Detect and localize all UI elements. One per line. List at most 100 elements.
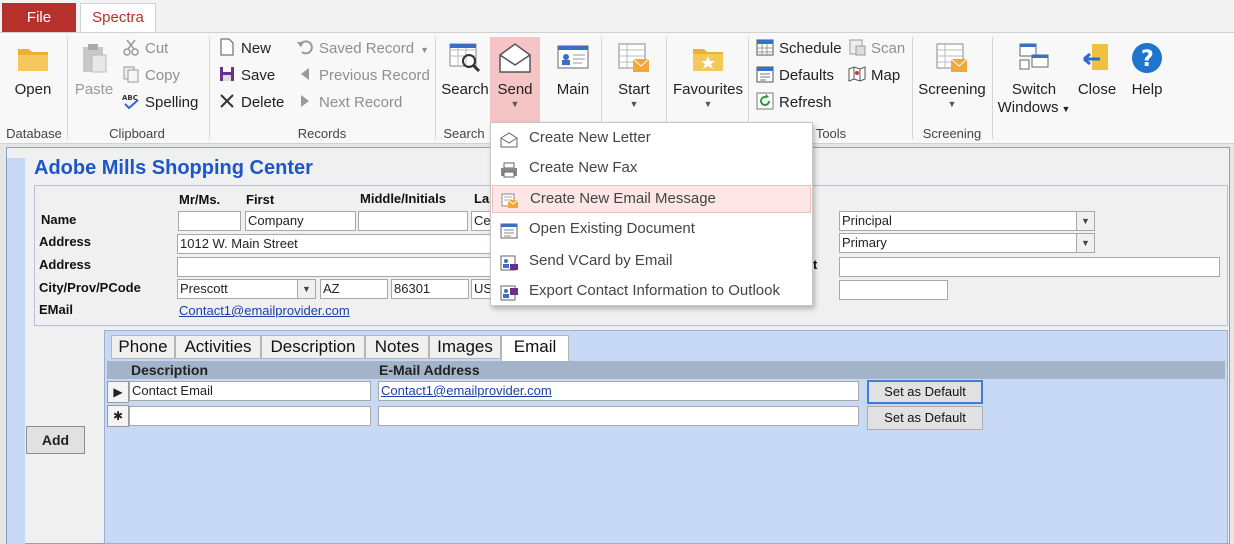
saved-record-button[interactable]: Saved Record ▼ xyxy=(296,38,429,60)
send-dropdown-menu: Create New Letter Create New Fax Create … xyxy=(490,122,813,306)
postcode-field[interactable]: 86301 xyxy=(391,279,469,299)
help-button[interactable]: ? Help xyxy=(1124,37,1170,99)
ribbon-tab-bar: File Spectra xyxy=(0,0,1234,33)
next-arrow-icon xyxy=(296,92,314,110)
map-button[interactable]: Map xyxy=(848,65,900,87)
help-icon: ? xyxy=(1130,41,1164,75)
vcard-icon xyxy=(500,253,518,271)
refresh-button[interactable]: Refresh xyxy=(756,92,832,114)
address-line2-field[interactable] xyxy=(177,257,491,277)
chevron-down-icon[interactable]: ▼ xyxy=(1076,212,1094,230)
chevron-down-icon: ▼ xyxy=(510,99,520,109)
chevron-down-icon: ▼ xyxy=(703,99,713,109)
set-default-button-new[interactable]: Set as Default xyxy=(867,406,983,430)
send-button[interactable]: Send ▼ xyxy=(490,37,540,125)
svg-text:?: ? xyxy=(1141,47,1154,72)
main-button[interactable]: Main xyxy=(550,37,596,99)
group-label-search: Search xyxy=(443,126,485,141)
copy-button[interactable]: Copy xyxy=(122,65,180,87)
email-description-field[interactable]: Contact Email xyxy=(129,381,371,401)
spelling-button[interactable]: ABC Spelling xyxy=(122,92,198,114)
tab-activities[interactable]: Activities xyxy=(175,335,261,359)
fax-icon xyxy=(500,160,518,178)
folder-icon xyxy=(16,41,50,75)
open-button[interactable]: Open xyxy=(6,37,60,99)
state-field[interactable]: AZ xyxy=(320,279,388,299)
tab-file[interactable]: File xyxy=(2,3,76,32)
group-label-database: Database xyxy=(6,126,62,141)
menu-item-open-existing-document[interactable]: Open Existing Document xyxy=(492,215,811,243)
record-selector-current[interactable]: ▶ xyxy=(107,381,129,403)
last-name-field[interactable]: Ce xyxy=(471,211,491,231)
schedule-button[interactable]: Schedule xyxy=(756,38,842,60)
tab-spectra[interactable]: Spectra xyxy=(80,3,156,33)
scan-button[interactable]: Scan xyxy=(848,38,905,60)
chevron-down-icon: ▼ xyxy=(947,99,957,109)
document-list-icon xyxy=(500,221,518,239)
search-grid-icon xyxy=(448,41,482,75)
record-selector-new[interactable]: ✱ xyxy=(107,405,129,427)
email-message-icon xyxy=(501,192,519,208)
menu-item-create-new-fax[interactable]: Create New Fax xyxy=(492,154,811,182)
email-address-field-new[interactable] xyxy=(378,406,859,426)
defaults-list-icon xyxy=(756,65,774,83)
start-button[interactable]: Start ▼ xyxy=(608,37,660,109)
save-button[interactable]: Save xyxy=(218,65,275,87)
chevron-down-icon[interactable]: ▼ xyxy=(297,280,315,298)
screening-icon xyxy=(935,41,969,75)
chevron-down-icon: ▼ xyxy=(420,45,429,55)
right-field-4[interactable] xyxy=(839,280,948,300)
email-link[interactable]: Contact1@emailprovider.com xyxy=(179,303,350,318)
envelope-icon xyxy=(498,41,532,75)
switch-windows-icon xyxy=(1017,41,1051,75)
right-field-3[interactable] xyxy=(839,257,1220,277)
calendar-icon xyxy=(756,38,774,56)
address-line1-field[interactable]: 1012 W. Main Street xyxy=(177,234,491,254)
previous-record-button[interactable]: Previous Record xyxy=(296,65,430,87)
menu-item-create-new-letter[interactable]: Create New Letter xyxy=(492,124,811,152)
set-default-button[interactable]: Set as Default xyxy=(867,380,983,404)
previous-arrow-icon xyxy=(296,65,314,83)
address-type-combo[interactable]: Primary ▼ xyxy=(839,233,1095,253)
email-description-field-new[interactable] xyxy=(129,406,371,426)
chevron-down-icon[interactable]: ▼ xyxy=(1076,234,1094,252)
search-button[interactable]: Search xyxy=(440,37,490,99)
country-field[interactable]: US xyxy=(471,279,491,299)
tab-images[interactable]: Images xyxy=(429,335,501,359)
first-name-field[interactable]: Company xyxy=(245,211,356,231)
next-record-button[interactable]: Next Record xyxy=(296,92,402,114)
map-icon xyxy=(848,65,866,83)
undo-icon xyxy=(296,38,314,56)
menu-item-send-vcard[interactable]: Send VCard by Email xyxy=(492,247,811,275)
screening-button[interactable]: Screening ▼ xyxy=(918,37,986,109)
tab-description[interactable]: Description xyxy=(261,335,365,359)
close-button[interactable]: Close xyxy=(1074,37,1120,99)
email-address-field[interactable]: Contact1@emailprovider.com xyxy=(378,381,859,401)
tab-notes[interactable]: Notes xyxy=(365,335,429,359)
delete-button[interactable]: Delete xyxy=(218,92,284,114)
close-door-icon xyxy=(1080,41,1114,75)
role-combo[interactable]: Principal ▼ xyxy=(839,211,1095,231)
menu-item-create-new-email[interactable]: Create New Email Message xyxy=(492,185,811,213)
group-label-clipboard: Clipboard xyxy=(109,126,165,141)
delete-x-icon xyxy=(218,92,236,110)
cut-button[interactable]: Cut xyxy=(122,38,168,60)
title-field[interactable] xyxy=(178,211,241,231)
favourites-folder-icon xyxy=(691,41,725,75)
city-combo[interactable]: Prescott ▼ xyxy=(177,279,316,299)
export-contact-icon xyxy=(500,283,518,301)
favourites-button[interactable]: Favourites ▼ xyxy=(672,37,744,109)
switch-windows-button[interactable]: Switch Windows ▼ xyxy=(996,37,1072,118)
scissors-icon xyxy=(122,38,140,56)
tab-phone[interactable]: Phone xyxy=(111,335,175,359)
tab-email[interactable]: Email xyxy=(501,335,569,361)
contact-card-icon xyxy=(556,41,590,75)
add-button[interactable]: Add xyxy=(26,426,85,454)
new-record-button[interactable]: New xyxy=(218,38,271,60)
middle-name-field[interactable] xyxy=(358,211,468,231)
paste-button[interactable]: Paste xyxy=(72,37,116,99)
refresh-icon xyxy=(756,92,774,110)
menu-item-export-outlook[interactable]: Export Contact Information to Outlook xyxy=(492,277,811,305)
clipboard-icon xyxy=(77,41,111,75)
defaults-button[interactable]: Defaults xyxy=(756,65,834,87)
